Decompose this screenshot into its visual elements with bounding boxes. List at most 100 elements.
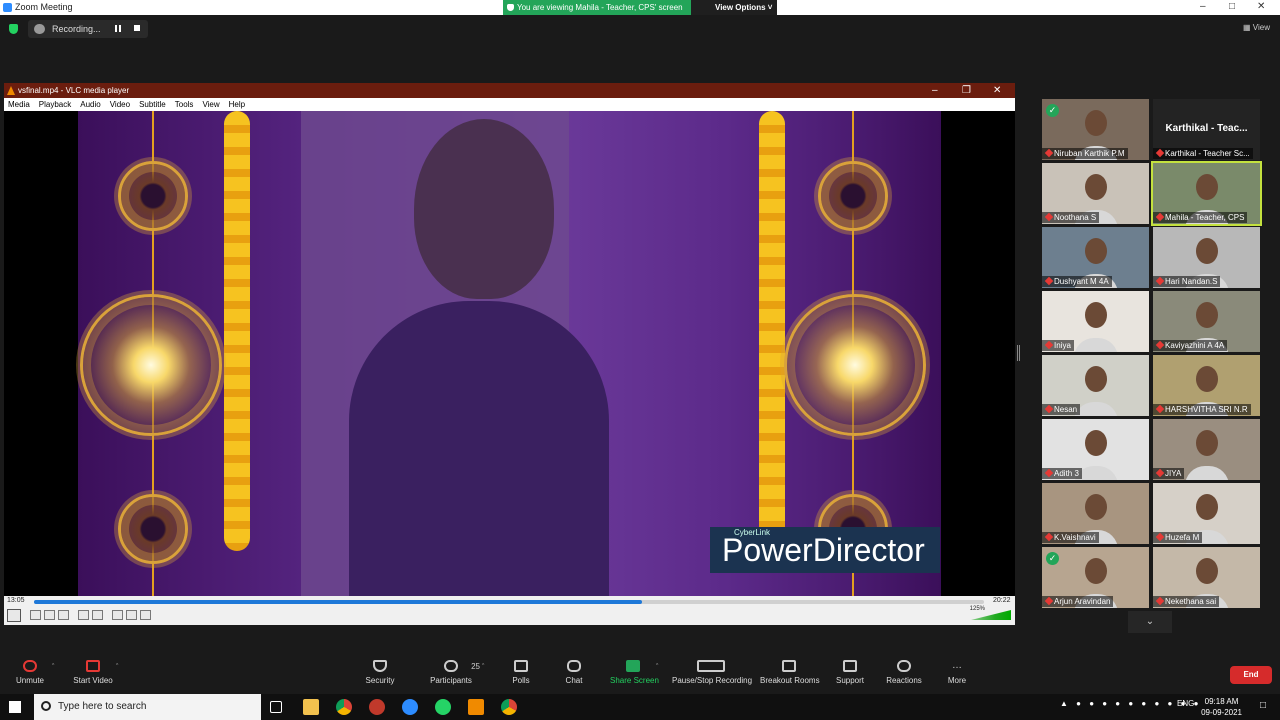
vlc-menu-tools[interactable]: Tools bbox=[175, 98, 194, 111]
vlc-player-window: vsfinal.mp4 - VLC media player – ❐ ✕ Med… bbox=[4, 83, 1015, 625]
vlc-menu-audio[interactable]: Audio bbox=[80, 98, 100, 111]
participant-tile[interactable]: Huzefa M bbox=[1153, 483, 1260, 544]
taskbar-clock[interactable]: 09:18 AM 09-09-2021 bbox=[1201, 696, 1242, 718]
vlc-menu-media[interactable]: Media bbox=[8, 98, 30, 111]
participant-tile[interactable]: Kaviyazhini A 4A bbox=[1153, 291, 1260, 352]
file-explorer-icon[interactable] bbox=[303, 699, 319, 715]
vlc-restore-button[interactable]: ❐ bbox=[962, 83, 971, 98]
share-options-caret-icon[interactable]: ˆ bbox=[656, 664, 658, 671]
zoom-taskbar-icon[interactable] bbox=[402, 699, 418, 715]
loop-icon[interactable] bbox=[126, 610, 137, 620]
zoom-app-icon bbox=[3, 3, 12, 12]
more-participants-chevron-icon[interactable]: ⌄ bbox=[1128, 611, 1172, 633]
security-button[interactable]: Security bbox=[362, 650, 398, 694]
task-view-icon[interactable] bbox=[270, 701, 282, 713]
pause-stop-recording-button[interactable]: Pause/Stop Recording bbox=[672, 650, 752, 694]
app-icon-red[interactable] bbox=[369, 699, 385, 715]
vlc-minimize-button[interactable]: – bbox=[932, 83, 938, 98]
pause-recording-icon[interactable] bbox=[115, 25, 121, 32]
next-icon[interactable] bbox=[58, 610, 69, 620]
reactions-button[interactable]: Reactions bbox=[886, 650, 922, 694]
audio-options-caret-icon[interactable]: ˆ bbox=[52, 664, 54, 671]
vlc-menu-view[interactable]: View bbox=[202, 98, 219, 111]
window-title: Zoom Meeting bbox=[15, 2, 73, 12]
shuffle-icon[interactable] bbox=[140, 610, 151, 620]
windows-start-icon[interactable] bbox=[9, 701, 21, 713]
view-options-dropdown[interactable]: View Options ˅ bbox=[691, 0, 777, 15]
pause-stop-icon bbox=[697, 660, 725, 672]
participant-tile[interactable]: K.Vaishnavi bbox=[1042, 483, 1149, 544]
support-button[interactable]: Support bbox=[835, 650, 865, 694]
share-screen-button[interactable]: Share Screen ˆ bbox=[610, 650, 659, 694]
panel-resize-handle[interactable] bbox=[1017, 345, 1020, 361]
stop-icon[interactable] bbox=[44, 610, 55, 620]
unmute-button[interactable]: Unmute ˆ bbox=[12, 650, 54, 694]
vlc-menu-help[interactable]: Help bbox=[229, 98, 245, 111]
seek-bar[interactable] bbox=[34, 600, 984, 604]
mandala-small-bottom-left bbox=[118, 494, 188, 564]
previous-icon[interactable] bbox=[30, 610, 41, 620]
breakout-rooms-grid-icon bbox=[782, 660, 796, 672]
extended-settings-icon[interactable] bbox=[92, 610, 103, 620]
recording-label: Recording... bbox=[52, 24, 101, 34]
chrome-icon-second[interactable] bbox=[501, 699, 517, 715]
participants-button[interactable]: Participants 25 ˆ bbox=[428, 650, 484, 694]
pause-icon[interactable] bbox=[7, 609, 21, 622]
participant-tile[interactable]: Adith 3 bbox=[1042, 419, 1149, 480]
participant-tile[interactable]: JIYA bbox=[1153, 419, 1260, 480]
participant-tile[interactable]: ✓ Arjun Aravindan bbox=[1042, 547, 1149, 608]
mandala-small-top-left bbox=[118, 161, 188, 231]
participant-tile[interactable]: Nekethana sai bbox=[1153, 547, 1260, 608]
minimize-button[interactable]: – bbox=[1200, 1, 1206, 12]
participant-tile[interactable]: Karthikal - Teac... Karthikal - Teacher S… bbox=[1153, 99, 1260, 160]
fullscreen-icon[interactable] bbox=[78, 610, 89, 620]
breakout-rooms-button[interactable]: Breakout Rooms bbox=[760, 650, 820, 694]
video-options-caret-icon[interactable]: ˆ bbox=[116, 664, 118, 671]
stop-recording-icon[interactable] bbox=[134, 25, 140, 31]
checkmark-icon: ✓ bbox=[1046, 104, 1059, 117]
start-video-button[interactable]: Start Video ˆ bbox=[70, 650, 118, 694]
participant-face bbox=[1195, 557, 1218, 584]
polls-label: Polls bbox=[512, 676, 530, 685]
vlc-menu-video[interactable]: Video bbox=[110, 98, 130, 111]
video-frame[interactable]: CyberLink PowerDirector bbox=[4, 111, 1015, 596]
video-person-head bbox=[414, 119, 554, 299]
language-indicator[interactable]: ENG bbox=[1177, 699, 1194, 708]
vlc-taskbar-icon[interactable] bbox=[468, 699, 484, 715]
participant-tile[interactable]: ✓ Niruban Karthik P.M bbox=[1042, 99, 1149, 160]
participant-display-name: Karthikal - Teac... bbox=[1165, 123, 1248, 134]
support-label: Support bbox=[835, 676, 865, 685]
participant-tile[interactable]: Mahila - Teacher, CPS bbox=[1151, 161, 1262, 226]
participant-name: Karthikal - Teacher Sc... bbox=[1153, 148, 1253, 159]
end-meeting-button[interactable]: End bbox=[1230, 666, 1272, 684]
participant-tile[interactable]: Nesan bbox=[1042, 355, 1149, 416]
chrome-icon[interactable] bbox=[336, 699, 352, 715]
chat-button[interactable]: Chat bbox=[561, 650, 587, 694]
participant-tile[interactable]: Dushyant M 4A bbox=[1042, 227, 1149, 288]
reactions-smiley-icon bbox=[897, 660, 911, 672]
security-shield-icon bbox=[373, 660, 387, 672]
maximize-button[interactable]: □ bbox=[1229, 1, 1235, 12]
more-label: More bbox=[947, 676, 967, 685]
taskbar-search-box[interactable]: Type here to search bbox=[34, 694, 261, 720]
participants-caret-icon[interactable]: ˆ bbox=[482, 664, 484, 671]
participant-tile[interactable]: Iniya bbox=[1042, 291, 1149, 352]
notifications-icon[interactable]: □ bbox=[1260, 700, 1266, 711]
more-button[interactable]: … More bbox=[945, 650, 969, 694]
vlc-controls: 13:05 20:22 125% bbox=[4, 596, 1015, 625]
participant-face bbox=[1195, 237, 1218, 264]
participant-face bbox=[1084, 109, 1107, 136]
encryption-shield-icon[interactable] bbox=[9, 24, 18, 34]
vlc-menu-subtitle[interactable]: Subtitle bbox=[139, 98, 166, 111]
polls-button[interactable]: Polls bbox=[508, 650, 534, 694]
view-layout-button[interactable]: ▦ View bbox=[1243, 23, 1270, 32]
participant-tile[interactable]: Hari Nandan.S bbox=[1153, 227, 1260, 288]
mandala-large-right bbox=[784, 294, 926, 436]
close-window-button[interactable]: ✕ bbox=[1257, 1, 1265, 12]
whatsapp-icon[interactable] bbox=[435, 699, 451, 715]
participant-tile[interactable]: Noothana S bbox=[1042, 163, 1149, 224]
participant-tile[interactable]: HARSHVITHA SRI N.R bbox=[1153, 355, 1260, 416]
vlc-close-button[interactable]: ✕ bbox=[993, 83, 1001, 98]
vlc-menu-playback[interactable]: Playback bbox=[39, 98, 71, 111]
playlist-icon[interactable] bbox=[112, 610, 123, 620]
